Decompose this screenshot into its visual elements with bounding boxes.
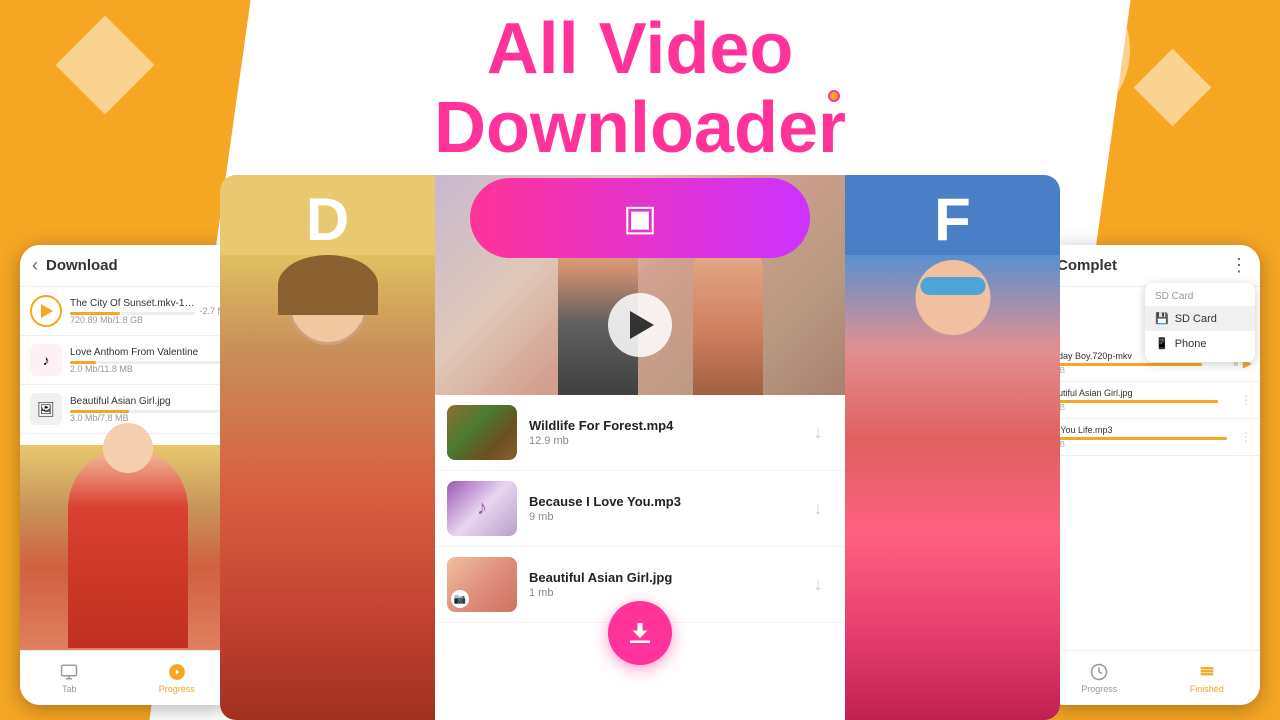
- left-phone: ‹ Download The City Of Sunset.mkv-1080p …: [20, 245, 235, 705]
- more-button[interactable]: ⋮: [1230, 255, 1248, 276]
- face2: [915, 260, 990, 335]
- completed-item-3: e You Life.mp3 MB ⋮: [1045, 419, 1260, 456]
- progress-nav-icon: [1090, 663, 1108, 681]
- progress-nav-label: Progress: [1081, 684, 1117, 694]
- dl-thumb-2: ♪: [447, 481, 517, 536]
- play-icon: [630, 311, 654, 339]
- play-triangle-icon: [41, 304, 53, 318]
- center-right-panel: F: [845, 175, 1060, 720]
- tab-label: Tab: [62, 684, 77, 694]
- image-icon: 🖼: [30, 393, 62, 425]
- ci-name-3: e You Life.mp3: [1053, 425, 1153, 435]
- item-name-2: Love Anthom From Valentine: [70, 347, 225, 358]
- dl-thumb-1: [447, 405, 517, 460]
- download-item-2: ♪ Love Anthom From Valentine 2.0 Mb/11.8…: [20, 336, 235, 385]
- audio-icon: ♪: [30, 344, 62, 376]
- bar-icon: ▣: [623, 197, 657, 239]
- left-phone-title: Download: [46, 257, 118, 274]
- girl-red-image: [20, 445, 235, 650]
- sd-icon: 💾: [1155, 312, 1169, 325]
- letter-d: D: [306, 185, 349, 254]
- dl-name-3: Beautiful Asian Girl.jpg: [529, 570, 803, 585]
- right-phone: Complet ⋮ SD Card 💾 SD Card 📱 Phone hday…: [1045, 245, 1260, 705]
- dl-name-1: Wildlife For Forest.mp4: [529, 418, 803, 433]
- phone-icon: 📱: [1155, 337, 1169, 350]
- finished-nav-icon: [1198, 663, 1216, 681]
- progress-label: Progress: [159, 684, 195, 694]
- face: [103, 423, 153, 473]
- app-header: All Video Downloader: [434, 10, 846, 168]
- big-play-button[interactable]: [608, 293, 672, 357]
- dl-size-2: 9 mb: [529, 511, 803, 523]
- video-play-overlay: [435, 255, 845, 395]
- item-size-2: 2.0 Mb/11.8 MB: [70, 364, 225, 374]
- item-name-1: The City Of Sunset.mkv-1080p: [70, 298, 195, 309]
- dl-arrow-2[interactable]: ↓: [803, 494, 833, 524]
- right-phone-title: Complet: [1057, 257, 1117, 274]
- nav-progress-right[interactable]: Progress: [1081, 663, 1117, 694]
- tab-icon: [60, 663, 78, 681]
- girl-red-center: [220, 255, 435, 720]
- sd-card-dropdown: SD Card 💾 SD Card 📱 Phone: [1145, 283, 1255, 362]
- item-size-3: 3.0 Mb/7.8 MB: [70, 413, 225, 423]
- music-note-center: ♪: [477, 497, 487, 520]
- dl-arrow-1[interactable]: ↓: [803, 418, 833, 448]
- back-button[interactable]: ‹: [32, 255, 38, 276]
- download-item-1: The City Of Sunset.mkv-1080p 720.89 Mb/1…: [20, 287, 235, 336]
- nav-finished-right[interactable]: Finished: [1190, 663, 1224, 694]
- dl-item-1: Wildlife For Forest.mp4 12.9 mb ↓: [435, 395, 845, 471]
- app-title-line1: All Video: [434, 10, 846, 89]
- letter-f: F: [934, 185, 971, 254]
- sunglasses: [920, 277, 985, 295]
- nav-progress-item[interactable]: Progress: [159, 663, 195, 694]
- ci-name-2: autiful Asian Girl.jpg: [1053, 388, 1153, 398]
- image-icon-symbol: 🖼: [37, 401, 55, 418]
- dl-info-1: Wildlife For Forest.mp4 12.9 mb: [529, 418, 803, 447]
- dropdown-header: SD Card: [1145, 289, 1255, 306]
- phone-option[interactable]: 📱 Phone: [1145, 331, 1255, 356]
- music-note-icon: ♪: [43, 352, 50, 368]
- download-list: Wildlife For Forest.mp4 12.9 mb ↓ ♪ Beca…: [435, 395, 845, 720]
- center-left-panel: D: [220, 175, 435, 720]
- app-title-line2: Downloader: [434, 89, 846, 168]
- left-phone-bottom-nav: Tab Progress: [20, 650, 235, 705]
- dl-thumb-3: 📷: [447, 557, 517, 612]
- progress-icon: [168, 663, 186, 681]
- ci-name-1: hday Boy.720p-mkv: [1053, 351, 1153, 361]
- gradient-bar: ▣: [470, 178, 810, 258]
- sd-card-option[interactable]: 💾 SD Card: [1145, 306, 1255, 331]
- ci-size-2: MB: [1053, 403, 1236, 412]
- float-download-button[interactable]: [608, 601, 672, 665]
- dl-info-2: Because I Love You.mp3 9 mb: [529, 494, 803, 523]
- diamond-shape-3: [1134, 49, 1212, 127]
- dl-size-3: 1 mb: [529, 587, 803, 599]
- right-phone-header: Complet ⋮: [1045, 245, 1260, 287]
- play-button-1[interactable]: [30, 295, 62, 327]
- more-icon-2[interactable]: ⋮: [1240, 393, 1252, 407]
- nav-tab-item[interactable]: Tab: [60, 663, 78, 694]
- dl-size-1: 12.9 mb: [529, 435, 803, 447]
- girl-sunglasses-center: [845, 255, 1060, 720]
- finished-nav-label: Finished: [1190, 684, 1224, 694]
- item-size-1: 720.89 Mb/1.8 GB: [70, 315, 195, 325]
- download-icon: [625, 618, 655, 648]
- dl-name-2: Because I Love You.mp3: [529, 494, 803, 509]
- hair: [278, 255, 378, 315]
- camera-badge: 📷: [451, 590, 469, 608]
- left-phone-header: ‹ Download: [20, 245, 235, 287]
- diamond-shape-1: [56, 16, 155, 115]
- dl-info-3: Beautiful Asian Girl.jpg 1 mb: [529, 570, 803, 599]
- completed-list: hday Boy.720p-mkv MB ⏸ ▶ autiful Asian G…: [1045, 345, 1260, 650]
- dl-arrow-3[interactable]: ↓: [803, 570, 833, 600]
- item-name-3: Beautiful Asian Girl.jpg: [70, 396, 225, 407]
- dl-item-2: ♪ Because I Love You.mp3 9 mb ↓: [435, 471, 845, 547]
- ci-size-3: MB: [1053, 440, 1236, 449]
- sd-label: SD Card: [1175, 313, 1217, 325]
- ci-size-1: MB: [1053, 366, 1229, 375]
- completed-item-2: autiful Asian Girl.jpg MB ⋮: [1045, 382, 1260, 419]
- right-phone-bottom-nav: Progress Finished: [1045, 650, 1260, 705]
- person-silhouette: [68, 448, 188, 648]
- phone-label: Phone: [1175, 338, 1207, 350]
- more-icon-3[interactable]: ⋮: [1240, 430, 1252, 444]
